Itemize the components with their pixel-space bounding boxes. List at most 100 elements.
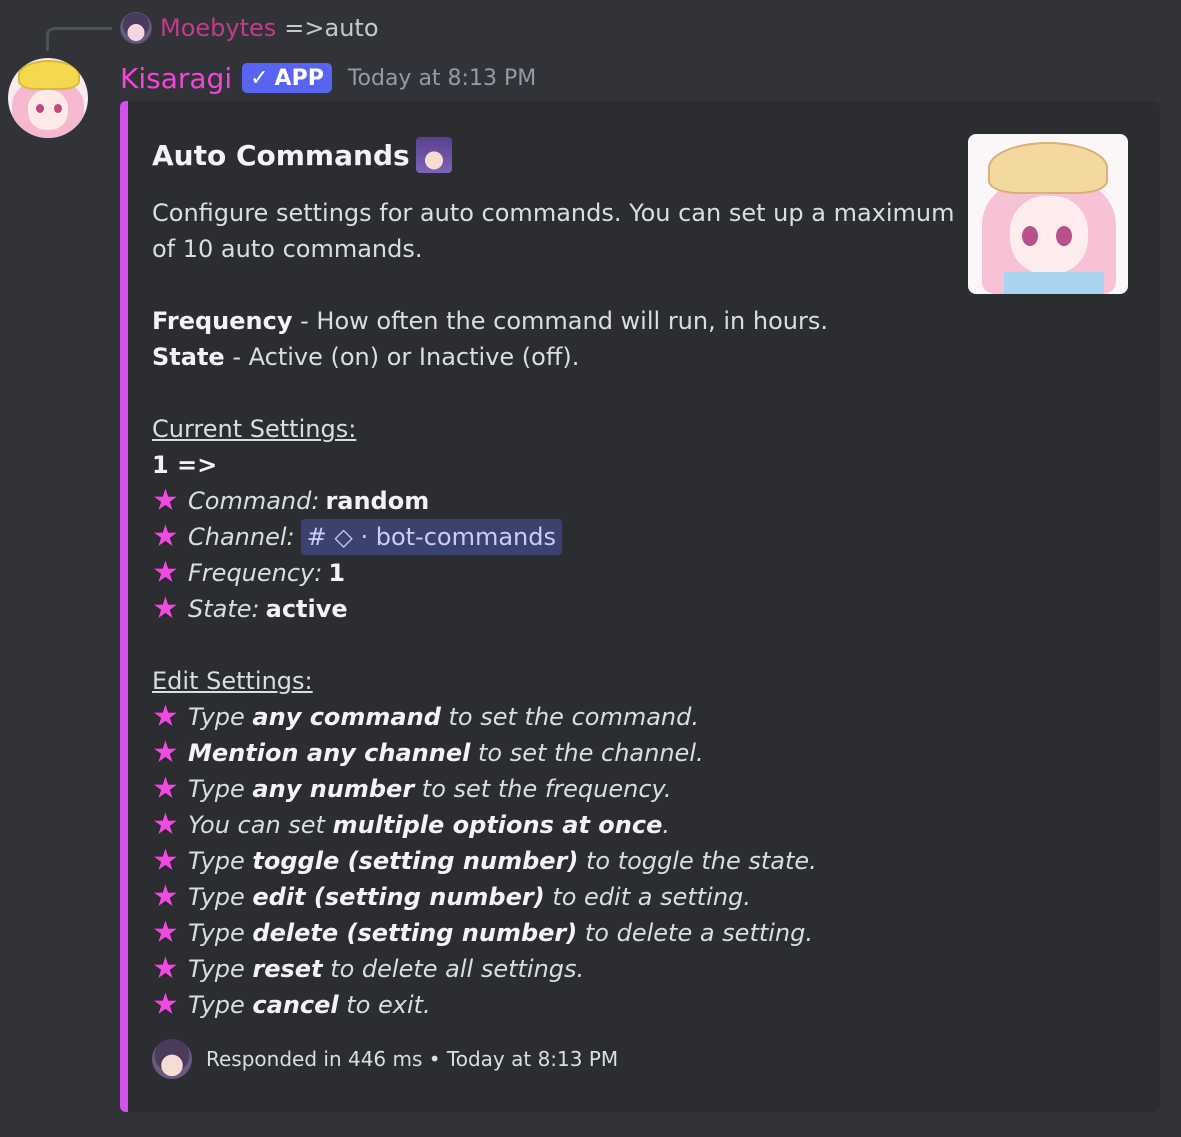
edit-instruction-pre: Type: [188, 703, 253, 731]
description-line: of 10 auto commands.: [152, 235, 423, 263]
message-timestamp[interactable]: Today at 8:13 PM: [348, 66, 536, 91]
embed-footer: Responded in 446 ms • Today at 8:13 PM: [152, 1039, 618, 1079]
edit-instruction-keyword: cancel: [252, 991, 339, 1019]
author-name[interactable]: Kisaragi: [120, 62, 232, 95]
current-state: ★ State: active: [152, 591, 952, 627]
edit-instruction: ★ Mention any channel to set the channel.: [152, 735, 952, 771]
star-icon: ★: [152, 843, 179, 878]
star-icon: ★: [152, 699, 179, 734]
edit-instruction-keyword: reset: [252, 955, 323, 983]
star-icon: ★: [152, 915, 179, 950]
embed-thumbnail[interactable]: [968, 134, 1128, 294]
edit-instruction-post: to set the channel.: [470, 739, 704, 767]
current-frequency: ★ Frequency: 1: [152, 555, 952, 591]
reply-author[interactable]: Moebytes: [160, 14, 276, 42]
edit-instruction: ★ Type toggle (setting number) to toggle …: [152, 843, 952, 879]
message-header: Kisaragi ✓ APP Today at 8:13 PM: [120, 60, 536, 96]
state-value: active: [265, 595, 348, 623]
current-command: ★ Command: random: [152, 483, 952, 519]
edit-instruction-post: to delete a setting.: [577, 919, 814, 947]
star-icon: ★: [152, 483, 179, 518]
star-icon: ★: [152, 771, 179, 806]
edit-instruction-pre: Type: [188, 775, 253, 803]
edit-instruction-keyword: delete (setting number): [252, 919, 578, 947]
thumbnail-eye: [1056, 226, 1072, 246]
current-settings-heading: Current Settings:: [152, 415, 357, 443]
edit-instruction-pre: Type: [188, 847, 253, 875]
check-icon: ✓: [250, 65, 269, 91]
edit-instruction-post: to exit.: [338, 991, 431, 1019]
edit-settings-list: ★ Type any command to set the command. ★ Me…: [152, 699, 952, 1023]
author-avatar[interactable]: [8, 58, 88, 138]
footer-text: Responded in 446 ms • Today at 8:13 PM: [206, 1047, 619, 1071]
edit-instruction-pre: Type: [188, 955, 253, 983]
app-badge-label: APP: [274, 65, 324, 91]
star-icon: ★: [152, 735, 179, 770]
app-badge: ✓ APP: [242, 63, 332, 93]
embed-title-text: Auto Commands: [152, 138, 410, 172]
edit-instruction: ★ Type any number to set the frequency.: [152, 771, 952, 807]
edit-instruction: ★ Type reset to delete all settings.: [152, 951, 952, 987]
edit-instruction-post: .: [662, 811, 670, 839]
edit-instruction-keyword: toggle (setting number): [252, 847, 579, 875]
star-icon: ★: [152, 879, 179, 914]
edit-instruction-pre: Type: [188, 883, 253, 911]
edit-instruction-post: to delete all settings.: [322, 955, 585, 983]
edit-instruction-pre: Type: [188, 991, 253, 1019]
frequency-info-label: Frequency: [152, 307, 293, 335]
edit-instruction-post: to edit a setting.: [544, 883, 751, 911]
star-icon: ★: [152, 807, 179, 842]
embed: Auto Commands Configure settings for aut…: [120, 101, 1160, 1112]
embed-description: Configure settings for auto commands. Yo…: [152, 195, 955, 1023]
command-value: random: [325, 487, 430, 515]
state-info: State - Active (on) or Inactive (off).: [152, 339, 952, 375]
thumbnail-hat: [988, 142, 1108, 194]
star-icon: ★: [152, 951, 179, 986]
avatar-hat: [18, 60, 80, 90]
edit-instruction: ★ Type delete (setting number) to delete …: [152, 915, 952, 951]
footer-avatar-icon: [152, 1039, 192, 1079]
edit-instruction-post: to set the frequency.: [414, 775, 672, 803]
edit-instruction-pre: You can set: [188, 811, 333, 839]
entry-index: 1 =>: [152, 451, 218, 479]
edit-instruction-keyword: multiple options at once: [332, 811, 663, 839]
avatar-eye: [54, 104, 62, 113]
edit-instruction-post: to set the command.: [440, 703, 699, 731]
embed-title: Auto Commands: [152, 137, 452, 173]
state-label: State:: [188, 595, 260, 623]
star-icon: ★: [152, 519, 179, 554]
reply-text[interactable]: =>auto: [284, 14, 378, 42]
channel-label: Channel:: [188, 523, 295, 551]
reply-preview[interactable]: Moebytes =>auto: [120, 12, 379, 44]
edit-instruction-keyword: any command: [252, 703, 441, 731]
description-line: Configure settings for auto commands. Yo…: [152, 199, 955, 227]
edit-instruction-pre: Type: [188, 919, 253, 947]
avatar-face: [28, 90, 68, 130]
thumbnail-collar: [1004, 272, 1104, 294]
reply-avatar[interactable]: [120, 12, 152, 44]
frequency-info: Frequency - How often the command will r…: [152, 303, 952, 339]
edit-instruction: ★ Type cancel to exit.: [152, 987, 952, 1023]
reply-connector: [46, 27, 112, 51]
frequency-label: Frequency:: [188, 559, 323, 587]
star-icon: ★: [152, 591, 179, 626]
edit-instruction-keyword: any number: [252, 775, 415, 803]
avatar-eye: [36, 104, 44, 113]
star-icon: ★: [152, 987, 179, 1022]
edit-instruction-keyword: edit (setting number): [252, 883, 545, 911]
state-info-desc: - Active (on) or Inactive (off).: [224, 343, 580, 371]
edit-instruction-keyword: Mention any channel: [188, 739, 471, 767]
state-info-label: State: [152, 343, 225, 371]
star-icon: ★: [152, 555, 179, 590]
title-emoji-icon: [415, 137, 452, 173]
command-label: Command:: [188, 487, 320, 515]
frequency-info-desc: - How often the command will run, in hou…: [292, 307, 828, 335]
frequency-value: 1: [328, 559, 346, 587]
edit-instruction: ★ Type any command to set the command.: [152, 699, 952, 735]
channel-mention[interactable]: # ◇ · bot-commands: [300, 519, 562, 555]
edit-settings-heading: Edit Settings:: [152, 667, 313, 695]
thumbnail-eye: [1022, 226, 1038, 246]
edit-instruction: ★ Type edit (setting number) to edit a se…: [152, 879, 952, 915]
current-channel: ★ Channel: # ◇ · bot-commands: [152, 519, 952, 555]
edit-instruction-post: to toggle the state.: [578, 847, 817, 875]
